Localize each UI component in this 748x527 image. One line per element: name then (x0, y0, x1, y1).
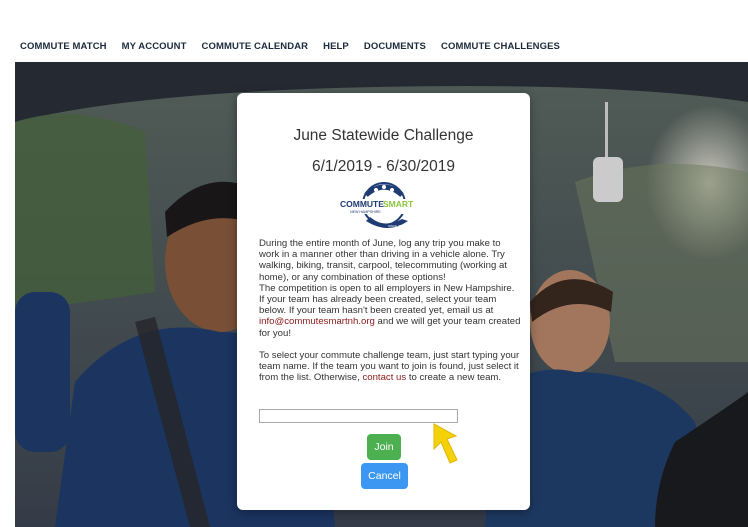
nav-item-documents[interactable]: DOCUMENTS (364, 41, 426, 52)
logo-text-commute: COMMUTE (340, 199, 384, 209)
challenge-modal: June Statewide Challenge 6/1/2019 - 6/30… (237, 93, 530, 510)
nav-item-commute-calendar[interactable]: COMMUTE CALENDAR (202, 41, 309, 52)
pointer-hand-icon (433, 423, 458, 464)
description-paragraph-3: To select your commute challenge team, j… (259, 350, 521, 384)
cancel-button[interactable]: Cancel (361, 463, 408, 489)
nav-menu: COMMUTE MATCH MY ACCOUNT COMMUTE CALENDA… (20, 41, 575, 52)
nav-item-commute-challenges[interactable]: COMMUTE CHALLENGES (441, 41, 560, 52)
logo-text-badge: SINCE 2007 (388, 224, 405, 228)
challenge-description: During the entire month of June, log any… (259, 238, 521, 383)
description-paragraph-1: During the entire month of June, log any… (259, 238, 507, 283)
logo-text-smart: SMART (383, 199, 414, 209)
team-search-input[interactable] (259, 409, 458, 423)
commutesmart-logo-icon: COMMUTE SMART NEW HAMPSHIRE SINCE 2007 (338, 182, 430, 228)
nav-item-help[interactable]: HELP (323, 41, 349, 52)
description-paragraph-2: The competition is open to all employers… (259, 283, 521, 339)
logo-text-region: NEW HAMPSHIRE (350, 210, 381, 214)
nav-item-commute-match[interactable]: COMMUTE MATCH (20, 41, 107, 52)
contact-us-link[interactable]: contact us (362, 372, 406, 383)
join-button[interactable]: Join (367, 434, 401, 460)
modal-title: June Statewide Challenge (293, 127, 474, 144)
paragraph-3-text-after: to create a new team. (406, 372, 502, 384)
email-link[interactable]: info@commutesmartnh.org (259, 316, 375, 327)
paragraph-2-text-before: The competition is open to all employers… (259, 282, 515, 317)
nav-item-my-account[interactable]: MY ACCOUNT (122, 41, 187, 52)
challenge-date-range: 6/1/2019 - 6/30/2019 (311, 158, 456, 175)
top-nav: COMMUTE MATCH MY ACCOUNT COMMUTE CALENDA… (0, 0, 748, 62)
